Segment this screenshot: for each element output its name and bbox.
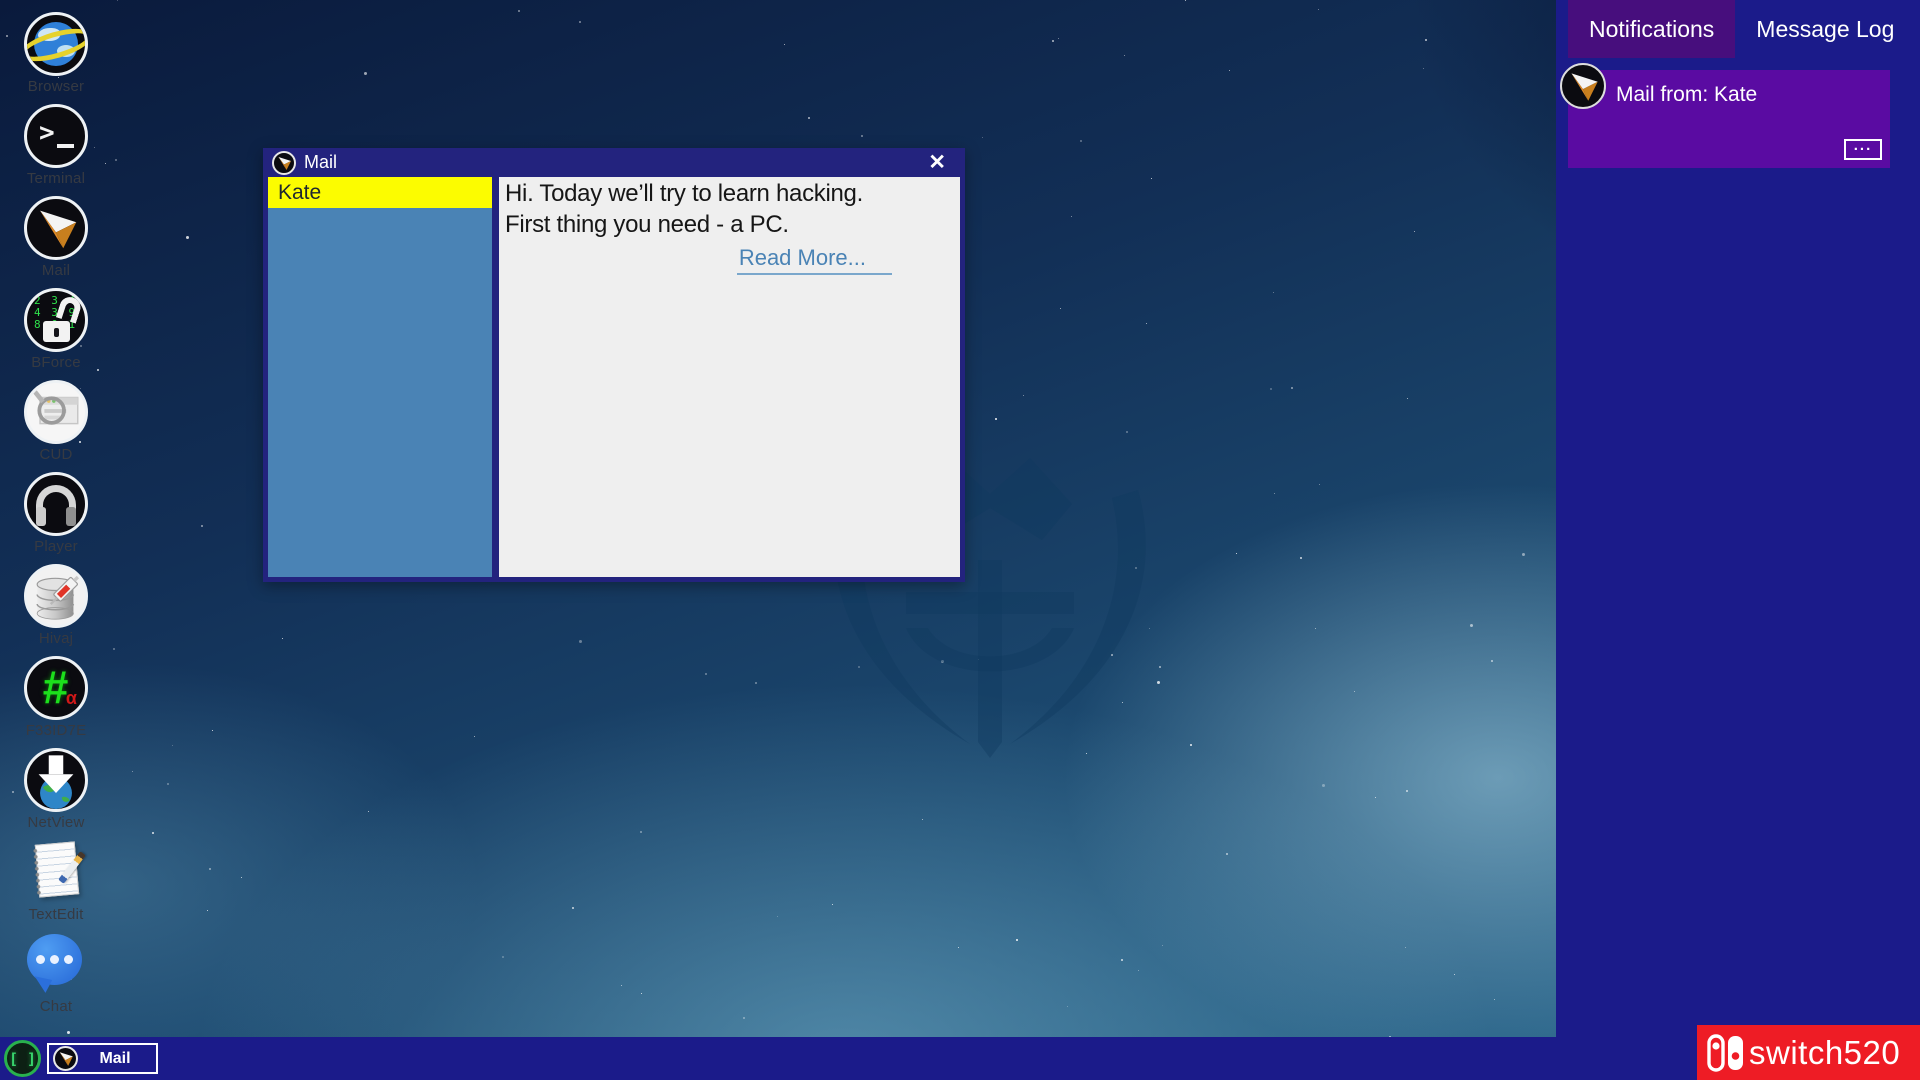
hivaj-icon [24,564,88,628]
taskbar: [ ] Mail [0,1037,1556,1080]
mail-icon [53,1046,78,1071]
message-line: Hi. Today we’ll try to learn hacking. [505,180,863,207]
cud-icon [24,380,88,444]
read-more-link[interactable]: Read More... [736,245,892,275]
logo-text: switch520 [1749,1033,1901,1071]
icon-label: Mail [41,262,71,279]
mail-icon [24,196,88,260]
desktop-icon-cud[interactable]: CUD [10,380,102,472]
desktop-icon-mail[interactable]: Mail [10,196,102,288]
desktop-icon-chat[interactable]: Chat [10,932,102,1024]
desktop-icon-textedit[interactable]: TextEdit [10,840,102,932]
sender-list: Kate [268,177,492,577]
desktop-icon-hivaj[interactable]: Hivaj [10,564,102,656]
icon-label: CUD [39,446,73,463]
desktop-icon-browser[interactable]: Browser [10,12,102,104]
notification-card: Mail from: Kate ... [1560,63,1890,168]
netview-icon [24,748,88,812]
icon-label: Chat [39,998,73,1015]
f33id7e-icon: # α [24,656,88,720]
icon-label: BForce [31,354,81,371]
textedit-icon [24,840,88,904]
terminal-icon: > [24,104,88,168]
desktop-icon-column: Browser > Terminal Mail 2 3 4 4 3 9 8 0 … [10,12,102,1024]
panel-tabs: Notifications Message Log [1556,0,1920,58]
taskbar-app-label: Mail [99,1049,131,1067]
bforce-icon: 2 3 4 4 3 9 8 0 1 [24,288,88,352]
icon-label: Terminal [26,170,86,187]
desktop-icon-f33id7e[interactable]: # α F33ID7E [10,656,102,748]
mail-icon [272,150,296,175]
notification-more-button[interactable]: ... [1844,138,1882,160]
notification-text: Mail from: Kate [1616,83,1758,106]
icon-label: TextEdit [28,906,84,923]
switch520-logo: switch520 [1697,1025,1920,1080]
message-preview-pane: Hi. Today we’ll try to learn hacking. Fi… [499,177,960,577]
player-icon [24,472,88,536]
desktop-icon-terminal[interactable]: > Terminal [10,104,102,196]
mail-icon [1560,63,1606,109]
sender-item-kate[interactable]: Kate [268,177,492,208]
notifications-panel: Notifications Message Log Mail from: Kat… [1556,0,1920,1080]
icon-label: F33ID7E [25,722,87,739]
icon-label: Hivaj [38,630,74,647]
switch-icon [1707,1033,1743,1072]
message-line: First thing you need - a PC. [505,211,789,238]
icon-label: NetView [27,814,85,831]
icon-label: Player [34,538,78,555]
icon-label: Browser [27,78,85,95]
mail-window-body: Kate Hi. Today we’ll try to learn hackin… [268,177,960,577]
mail-window: Mail ✕ Kate Hi. Today we’ll try to learn… [263,148,965,582]
browser-icon [24,12,88,76]
chat-icon [24,932,88,996]
tab-notifications[interactable]: Notifications [1568,0,1736,58]
close-icon[interactable]: ✕ [920,148,954,177]
desktop-icon-bforce[interactable]: 2 3 4 4 3 9 8 0 1 BForce [10,288,102,380]
start-button[interactable]: [ ] [4,1040,41,1077]
desktop-icon-netview[interactable]: NetView [10,748,102,840]
tab-message-log[interactable]: Message Log [1735,0,1915,58]
window-title: Mail [304,152,338,172]
taskbar-app-mail[interactable]: Mail [47,1043,158,1074]
mail-window-titlebar[interactable]: Mail ✕ [268,148,960,177]
desktop-icon-player[interactable]: Player [10,472,102,564]
desktop: { "colors": { "navy_ui": "#1b1b8a", "tit… [0,0,1920,1080]
